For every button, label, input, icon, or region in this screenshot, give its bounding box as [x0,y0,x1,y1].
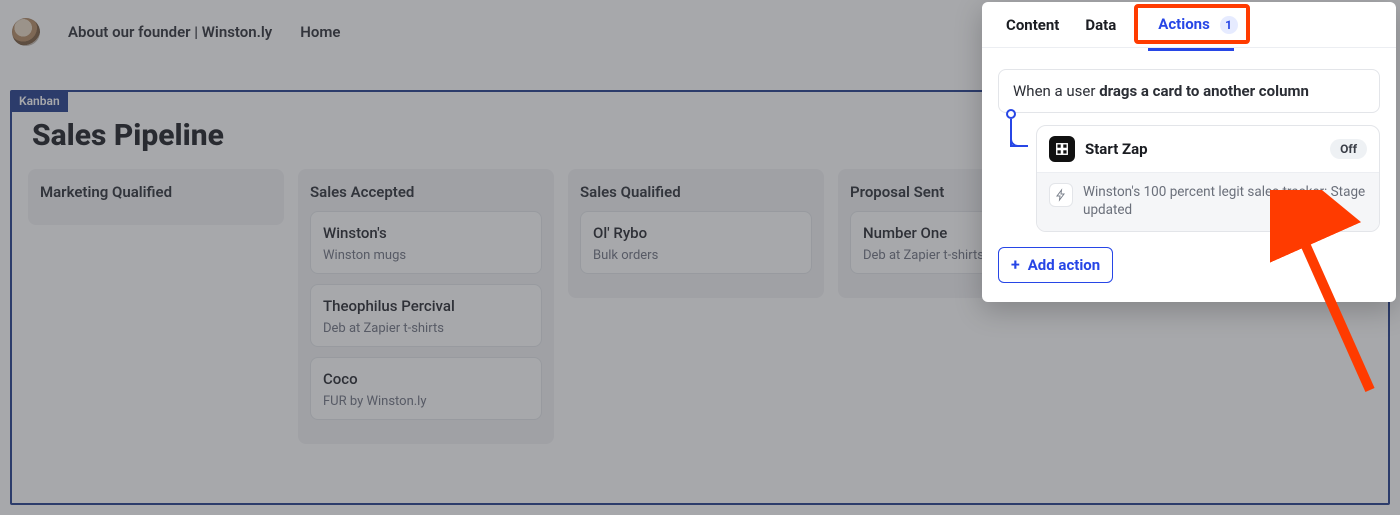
trigger-event: drags a card to another column [1099,82,1309,100]
tab-underline [1148,48,1234,51]
trigger-description[interactable]: When a user drags a card to another colu… [998,69,1380,113]
actions-panel: Content Data Actions 1 When a user drags… [982,2,1396,302]
add-action-label: Add action [1028,256,1100,274]
panel-tabs: Content Data Actions 1 [982,2,1396,48]
zap-description: Winston's 100 percent legit sales tracke… [1083,183,1367,219]
plus-icon: + [1011,257,1020,273]
trigger-prefix: When a user [1013,82,1099,100]
tab-actions-label: Actions [1158,15,1210,33]
tab-actions[interactable]: Actions 1 [1148,5,1247,44]
actions-count-badge: 1 [1220,16,1238,34]
zap-app-icon [1049,136,1075,162]
zap-action-card[interactable]: Start Zap Off Winston's 100 percent legi… [1036,125,1380,232]
tab-content[interactable]: Content [996,6,1069,44]
tab-data[interactable]: Data [1075,6,1126,44]
add-action-button[interactable]: + Add action [998,247,1113,283]
zap-status-badge[interactable]: Off [1330,139,1367,159]
flow-connector [998,125,1026,235]
zap-title: Start Zap [1085,140,1320,158]
bolt-icon [1049,183,1073,207]
